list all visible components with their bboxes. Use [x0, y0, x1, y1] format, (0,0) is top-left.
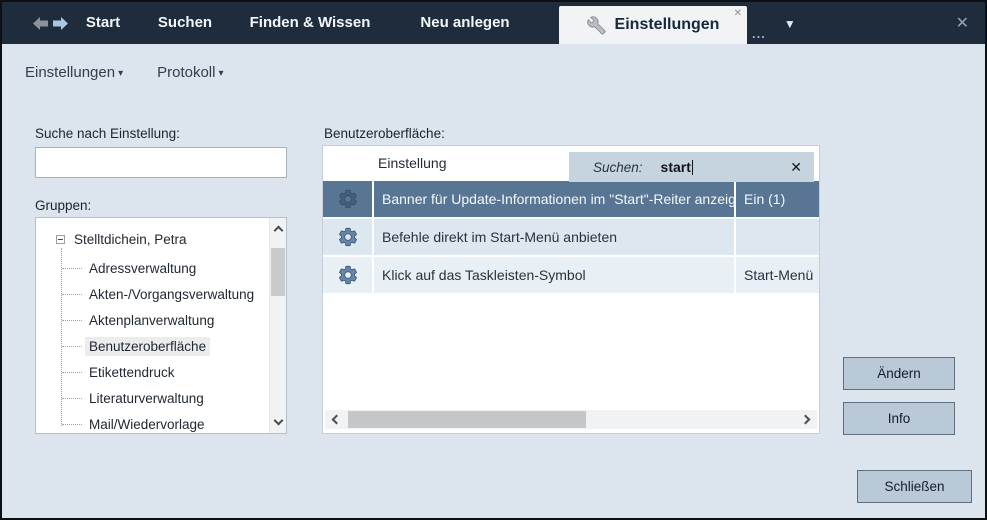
groups-tree: Stelltdichein, Petra Adressverwaltung Ak…	[35, 217, 287, 434]
menu-bar: Einstellungen ▾ Protokoll ▾	[25, 64, 224, 81]
gear-icon	[337, 264, 359, 286]
table-row-befehle-startmenu[interactable]: Befehle direkt im Start-Menü anbieten	[323, 219, 819, 256]
tree-item-etikettendruck[interactable]: Etikettendruck	[36, 359, 179, 385]
tree-root-label: Stelltdichein, Petra	[74, 232, 187, 247]
tree-item-label: Etikettendruck	[85, 363, 179, 382]
tree-item-akten-vorgangsverwaltung[interactable]: Akten-/Vorgangsverwaltung	[36, 281, 258, 307]
setting-search-input[interactable]	[35, 147, 287, 178]
tree-content: Stelltdichein, Petra Adressverwaltung Ak…	[36, 218, 269, 433]
search-setting-label: Suche nach Einstellung:	[35, 126, 180, 141]
table-row-taskleisten-symbol[interactable]: Klick auf das Taskleisten-Symbol Start-M…	[323, 257, 819, 294]
scroll-left-icon[interactable]	[332, 415, 342, 425]
tree-item-label: Literaturverwaltung	[85, 389, 208, 408]
scrollbar-thumb[interactable]	[271, 248, 285, 296]
scroll-down-icon[interactable]	[274, 416, 284, 426]
close-button[interactable]: Schließen	[857, 470, 972, 503]
tree-item-label: Benutzeroberfläche	[85, 337, 210, 356]
active-tab-label: Einstellungen	[615, 6, 720, 44]
tab-dropdown-icon[interactable]: ▼	[784, 17, 796, 31]
tab-finden-wissen[interactable]: Finden & Wissen	[235, 2, 385, 44]
scroll-right-icon[interactable]	[801, 415, 811, 425]
menu-label: Protokoll	[157, 64, 215, 81]
tab-start[interactable]: Start	[71, 2, 135, 44]
window-close-icon[interactable]: ✕	[956, 13, 969, 33]
gear-icon	[337, 188, 359, 210]
menu-protokoll[interactable]: Protokoll ▾	[157, 64, 223, 81]
tree-item-label: Aktenplanverwaltung	[85, 311, 218, 330]
forward-arrow-icon[interactable]	[52, 16, 69, 31]
setting-name: Banner für Update-Informationen im "Star…	[374, 181, 734, 217]
setting-cell-icon	[323, 219, 374, 255]
tree-item-adressverwaltung[interactable]: Adressverwaltung	[36, 255, 200, 281]
table-row-banner-update[interactable]: Banner für Update-Informationen im "Star…	[323, 181, 819, 218]
tree-item-label: Adressverwaltung	[85, 259, 200, 278]
chevron-down-icon: ▾	[218, 68, 223, 79]
menu-einstellungen[interactable]: Einstellungen ▾	[25, 64, 123, 81]
tab-neu-anlegen[interactable]: Neu anlegen	[395, 2, 535, 44]
back-arrow-icon[interactable]	[32, 16, 49, 31]
chevron-down-icon: ▾	[118, 68, 123, 79]
info-button[interactable]: Info	[843, 402, 955, 435]
tab-suchen[interactable]: Suchen	[135, 2, 235, 44]
text-cursor	[692, 160, 693, 175]
tree-vertical-scrollbar[interactable]	[269, 218, 286, 433]
scrollbar-thumb[interactable]	[348, 411, 586, 428]
tree-item-literaturverwaltung[interactable]: Literaturverwaltung	[36, 385, 208, 411]
tab-einstellungen-active[interactable]: Einstellungen ✕	[559, 6, 747, 44]
setting-value: Start-Menü	[734, 257, 819, 293]
tree-item-aktenplanverwaltung[interactable]: Aktenplanverwaltung	[36, 307, 218, 333]
tab-close-icon[interactable]: ✕	[734, 8, 742, 20]
tree-item-label: Mail/Wiedervorlage	[85, 415, 209, 434]
column-header-einstellung[interactable]: Einstellung	[378, 155, 447, 171]
setting-cell-icon	[323, 181, 374, 217]
change-button[interactable]: Ändern	[843, 357, 955, 390]
tab-bar: Start Suchen Finden & Wissen Neu anlegen…	[2, 2, 985, 44]
setting-name: Klick auf das Taskleisten-Symbol	[374, 257, 734, 293]
tree-item-label: Akten-/Vorgangsverwaltung	[85, 285, 258, 304]
tree-item-mail-wiedervorlage[interactable]: Mail/Wiedervorlage	[36, 411, 209, 434]
setting-value: Ein (1)	[734, 181, 819, 217]
search-close-icon[interactable]: ✕	[790, 159, 802, 176]
collapse-minus-icon[interactable]	[56, 235, 65, 244]
application-window: Start Suchen Finden & Wissen Neu anlegen…	[0, 0, 987, 520]
setting-cell-icon	[323, 257, 374, 293]
table-search-label: Suchen:	[593, 160, 643, 175]
table-search-value[interactable]: start	[661, 159, 691, 175]
groups-label: Gruppen:	[35, 198, 91, 213]
menu-label: Einstellungen	[25, 64, 115, 81]
tab-overflow-dots: ...	[752, 26, 766, 41]
table-search-box[interactable]: Suchen: start ✕	[569, 152, 814, 182]
table-horizontal-scrollbar[interactable]	[325, 410, 817, 429]
nav-arrows	[32, 16, 69, 31]
wrench-icon	[587, 16, 606, 35]
settings-table: Einstellung Suchen: start ✕ Banner für U…	[322, 145, 820, 434]
setting-value	[734, 219, 819, 255]
settings-group-label: Benutzeroberfläche:	[324, 126, 445, 141]
tree-item-benutzeroberflaeche[interactable]: Benutzeroberfläche	[36, 333, 210, 359]
gear-icon	[337, 226, 359, 248]
setting-name: Befehle direkt im Start-Menü anbieten	[374, 219, 734, 255]
tree-root-item[interactable]: Stelltdichein, Petra	[36, 228, 187, 250]
scroll-up-icon[interactable]	[274, 226, 284, 236]
